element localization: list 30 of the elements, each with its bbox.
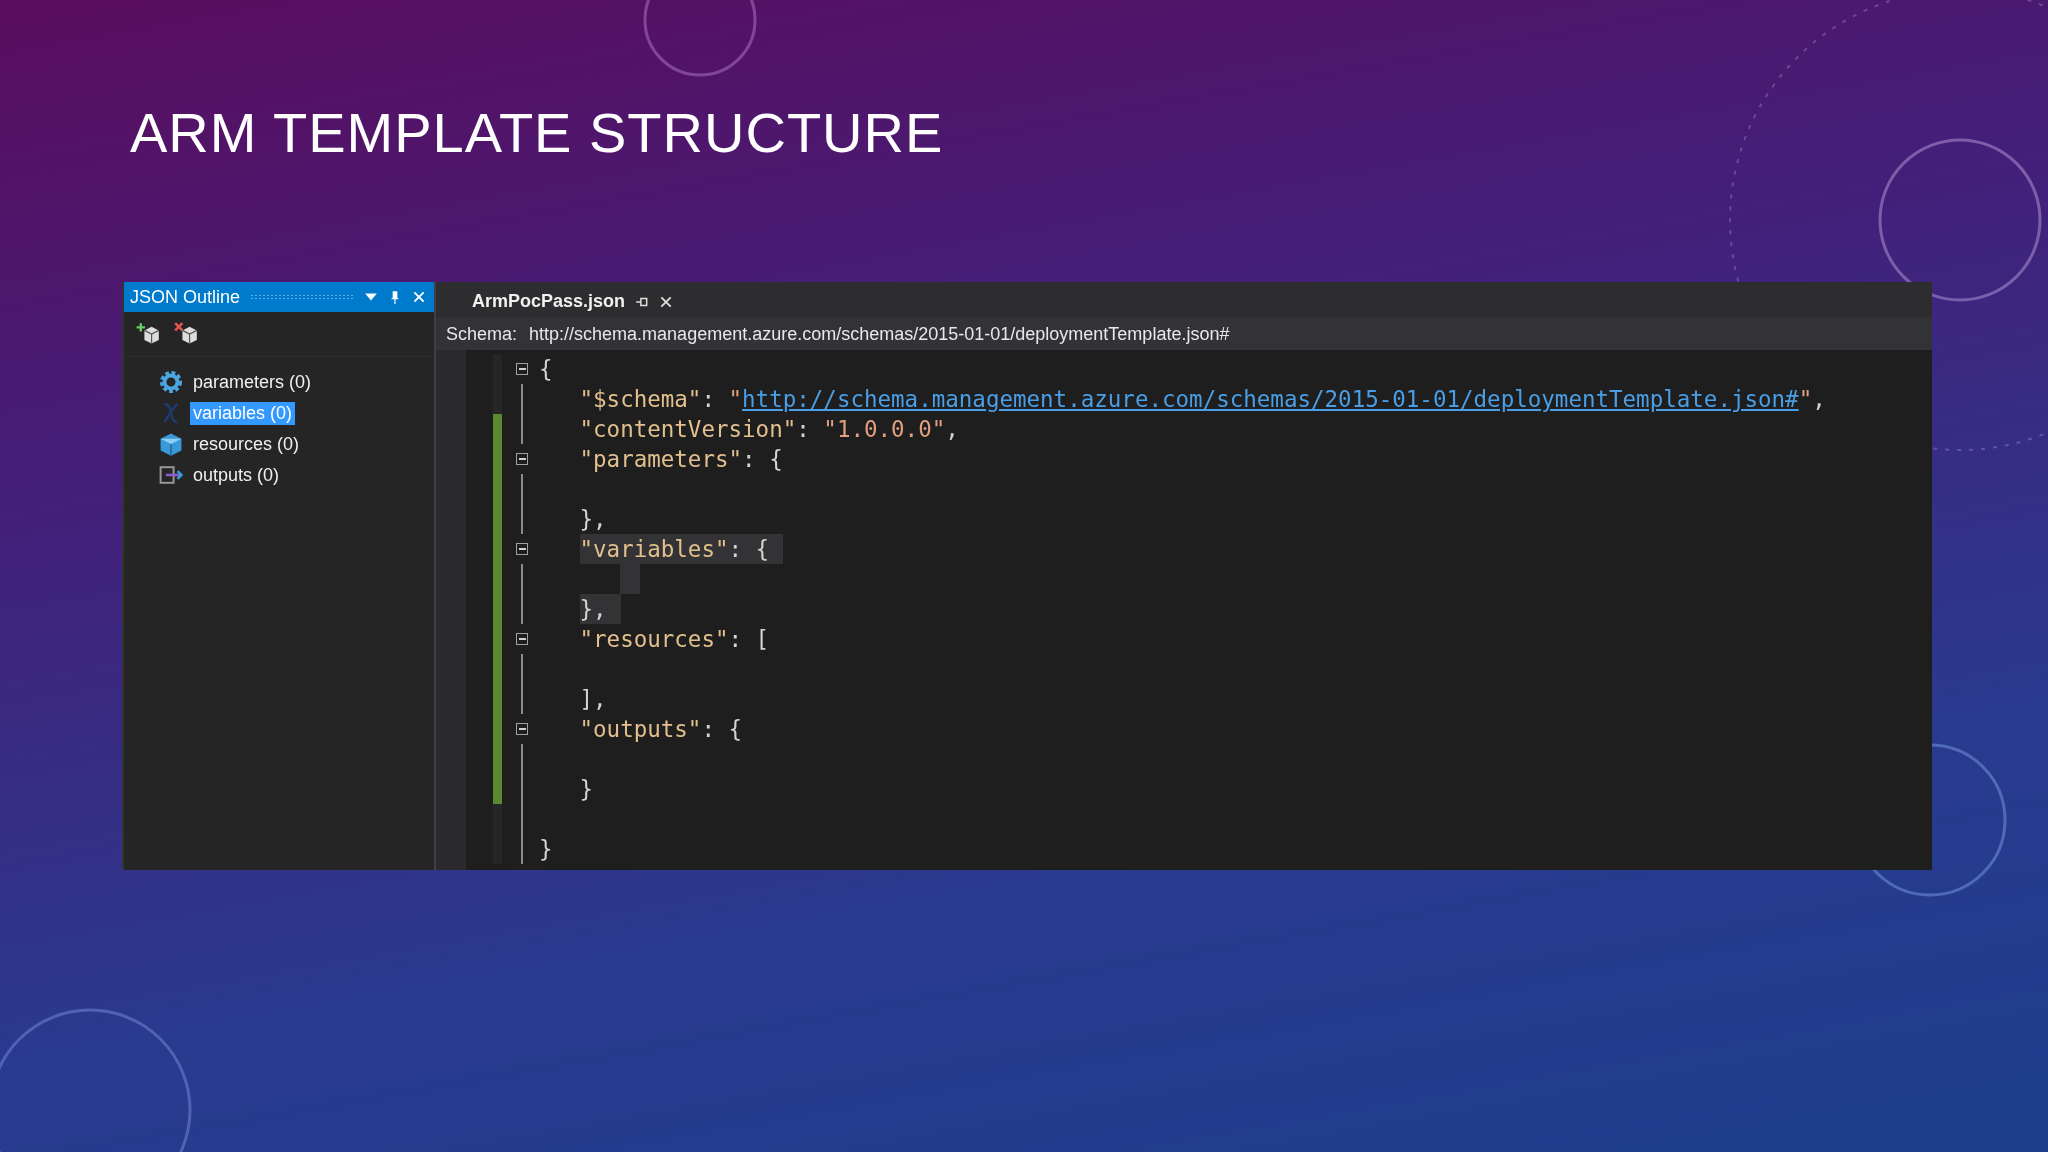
code-line: "parameters": { <box>579 445 784 474</box>
code-line: ], <box>579 685 608 714</box>
collapse-icon[interactable] <box>516 453 528 465</box>
file-tab[interactable]: ArmPocPass.json <box>466 291 682 318</box>
panel-title: JSON Outline <box>130 286 241 308</box>
outline-item[interactable]: parameters (0) <box>190 370 315 394</box>
code-line: }, <box>579 505 608 534</box>
close-icon[interactable] <box>412 290 426 304</box>
slide-title: ARM TEMPLATE STRUCTURE <box>130 100 945 166</box>
collapse-icon[interactable] <box>516 633 528 645</box>
cube-icon <box>158 431 184 457</box>
code-line: "outputs": { <box>579 715 744 744</box>
close-icon[interactable] <box>659 294 674 309</box>
outline-item[interactable]: resources (0) <box>190 432 303 456</box>
remove-cube-icon[interactable] <box>174 322 198 346</box>
code-line: "resources": [ <box>579 625 771 654</box>
collapse-icon[interactable] <box>516 543 528 555</box>
outline-item[interactable]: outputs (0) <box>190 463 283 487</box>
code-line: "contentVersion": "1.0.0.0", <box>579 415 960 444</box>
tab-label: ArmPocPass.json <box>472 291 626 312</box>
add-cube-icon[interactable] <box>136 322 160 346</box>
schema-label: Schema: <box>446 323 518 345</box>
code-line: "$schema": "http://schema.management.azure.com/schemas/2015-01-01/deploymentTemplate.json#", <box>579 385 1827 414</box>
code-line: } <box>579 775 595 804</box>
code-line: } <box>539 835 554 864</box>
code-line: { <box>539 355 554 384</box>
gear-icon <box>158 369 184 395</box>
collapse-icon[interactable] <box>516 723 528 735</box>
schema-url[interactable]: http://schema.management.azure.com/schemas/2015-01-01/deploymentTemplate.json# <box>529 323 1230 345</box>
collapse-icon[interactable] <box>516 363 528 375</box>
